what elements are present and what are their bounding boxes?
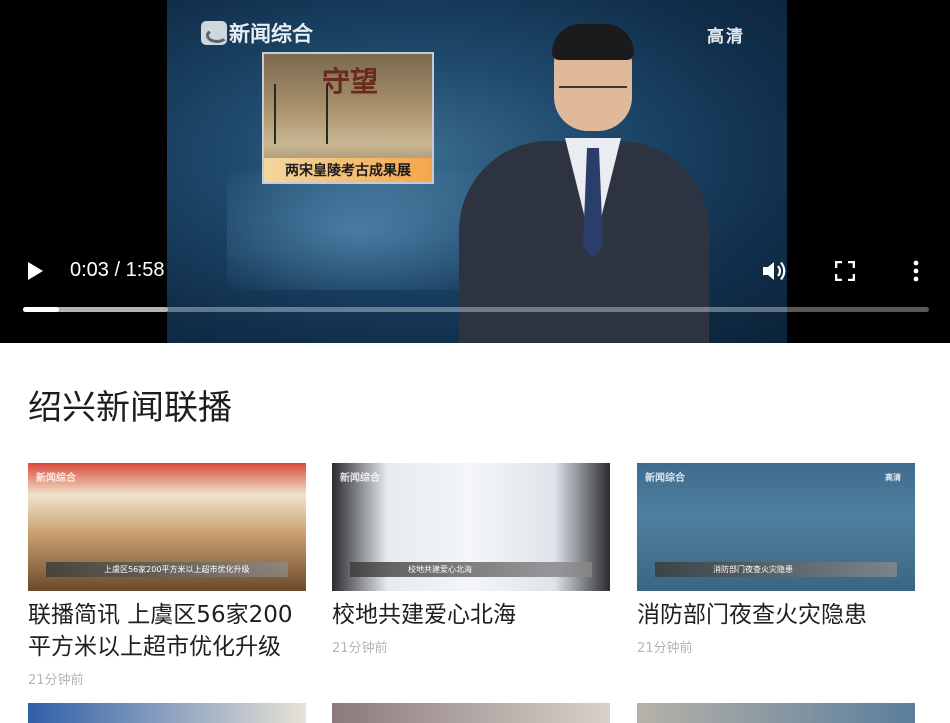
video-timestamp: 21分钟前 — [332, 641, 388, 656]
video-card[interactable]: 新闻综合 校地共建爱心北海 校地共建爱心北海 21分钟前 — [332, 463, 610, 656]
progress-bar[interactable] — [23, 307, 929, 312]
volume-icon[interactable] — [761, 260, 787, 282]
video-thumbnail-next-row[interactable] — [332, 703, 610, 723]
hd-badge: 高清 — [707, 27, 745, 47]
progress-played — [23, 307, 60, 312]
video-timestamp: 21分钟前 — [637, 641, 693, 656]
thumb-channel-logo: 新闻综合 — [36, 473, 76, 484]
video-timestamp: 21分钟前 — [28, 673, 84, 688]
video-thumbnail[interactable]: 新闻综合 上虞区56家200平方米以上超市优化升级 — [28, 463, 306, 591]
thumb-caption: 上虞区56家200平方米以上超市优化升级 — [46, 562, 288, 577]
inset-headline: 守望 — [322, 65, 379, 98]
thumb-channel-logo: 新闻综合 — [340, 473, 380, 484]
video-title[interactable]: 联播简讯 上虞区56家200平方米以上超市优化升级 — [28, 599, 306, 663]
news-inset-graphic: 守望 两宋皇陵考古成果展 — [262, 52, 434, 184]
video-card[interactable]: 新闻综合 高清 消防部门夜查火灾隐患 消防部门夜查火灾隐患 21分钟前 — [637, 463, 915, 656]
thumb-channel-logo: 新闻综合 — [645, 473, 685, 484]
section-title: 绍兴新闻联播 — [28, 388, 232, 428]
time-display: 0:03 / 1:58 — [70, 259, 165, 281]
video-player[interactable]: 新闻综合 高清 守望 两宋皇陵考古成果展 0:03 / 1:58 — [0, 0, 950, 343]
thumb-hd-badge: 高清 — [885, 473, 901, 482]
video-thumbnail-next-row[interactable] — [28, 703, 306, 723]
video-thumbnail-next-row[interactable] — [637, 703, 915, 723]
play-icon[interactable] — [28, 262, 43, 280]
thumb-caption: 校地共建爱心北海 — [350, 562, 592, 577]
player-controls: 0:03 / 1:58 — [0, 250, 950, 343]
channel-logo: 新闻综合 — [201, 18, 313, 48]
channel-logo-text: 新闻综合 — [229, 22, 313, 46]
inset-trees-image — [274, 84, 328, 144]
video-title[interactable]: 消防部门夜查火灾隐患 — [637, 599, 915, 631]
inset-caption: 两宋皇陵考古成果展 — [264, 158, 432, 182]
video-thumbnail[interactable]: 新闻综合 校地共建爱心北海 — [332, 463, 610, 591]
video-card[interactable]: 新闻综合 上虞区56家200平方米以上超市优化升级 联播简讯 上虞区56家200… — [28, 463, 306, 688]
video-thumbnail[interactable]: 新闻综合 高清 消防部门夜查火灾隐患 — [637, 463, 915, 591]
more-vertical-icon[interactable] — [912, 260, 920, 282]
channel-logo-icon — [201, 21, 228, 45]
thumb-caption: 消防部门夜查火灾隐患 — [655, 562, 897, 577]
fullscreen-icon[interactable] — [835, 261, 855, 281]
video-title[interactable]: 校地共建爱心北海 — [332, 599, 610, 631]
